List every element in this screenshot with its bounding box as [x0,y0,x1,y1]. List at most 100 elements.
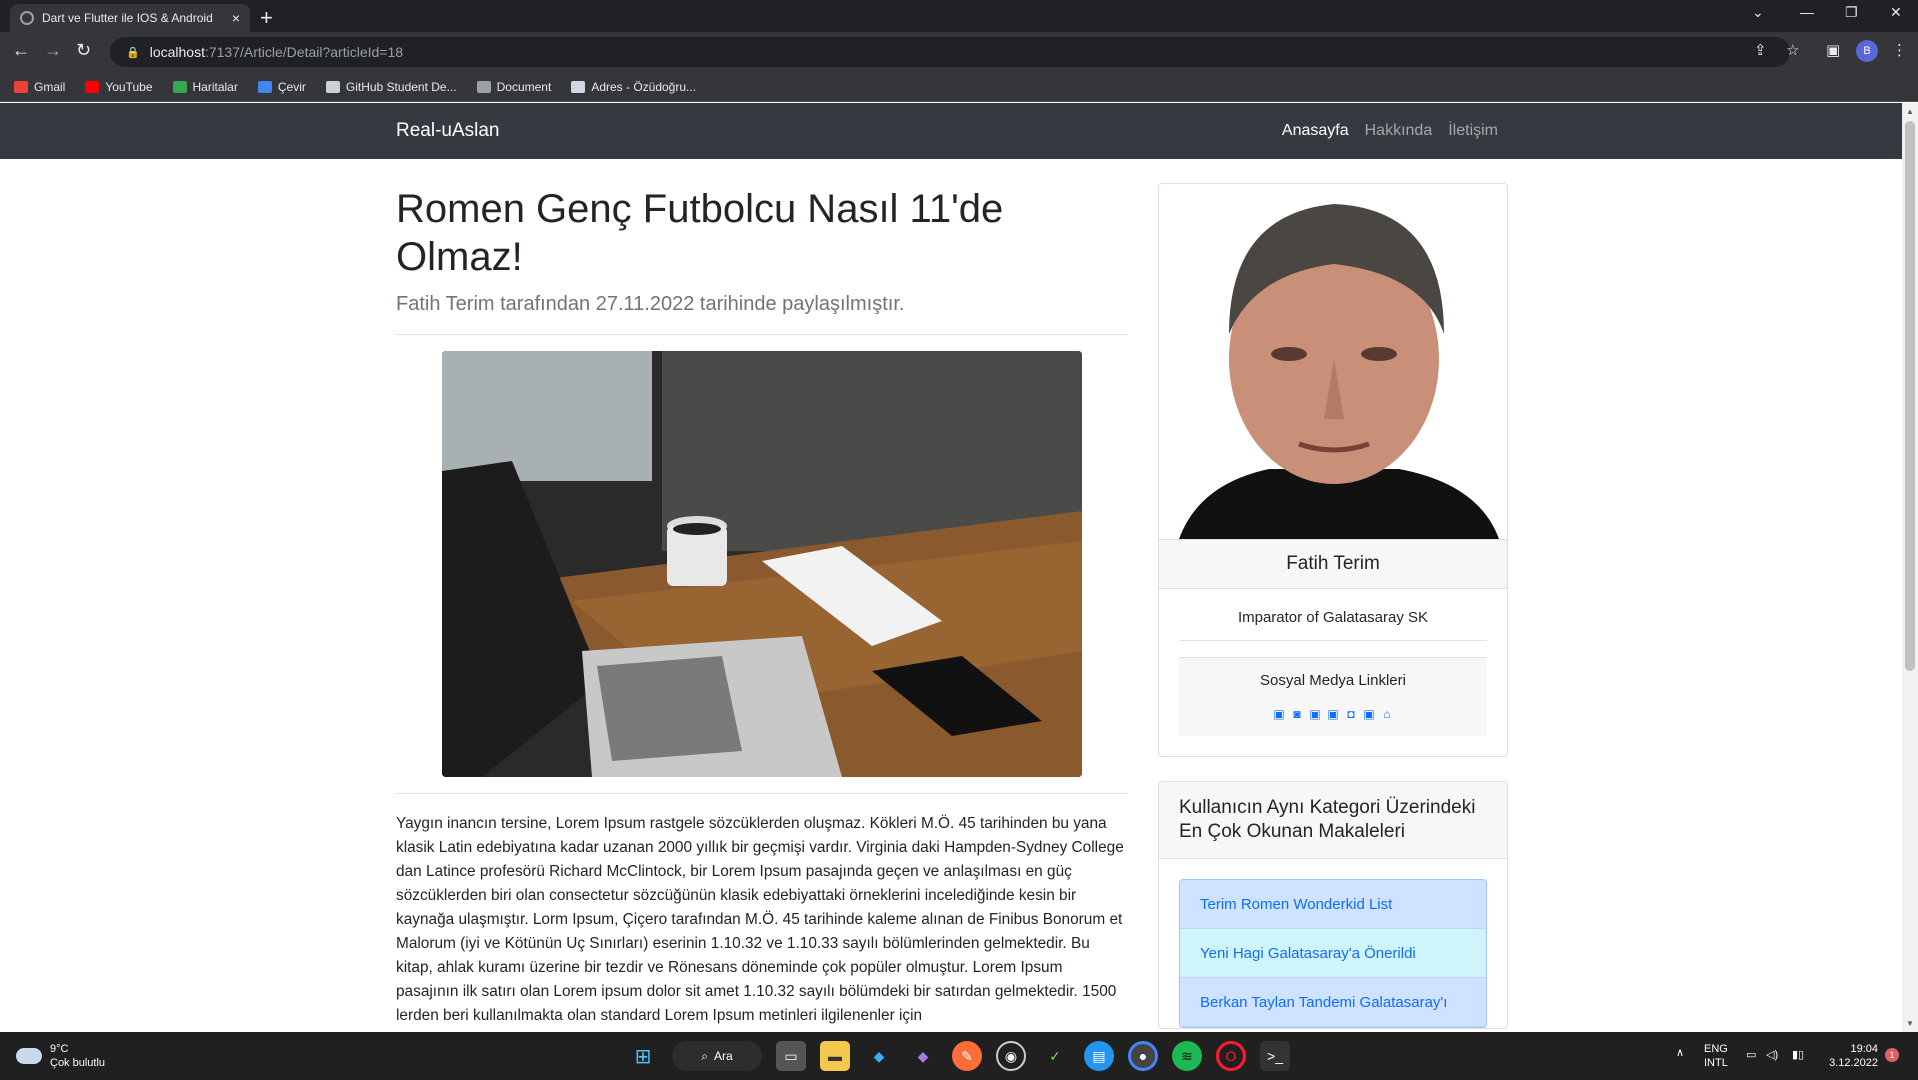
url-host: localhost [149,44,205,60]
profile-avatar[interactable]: B [1856,40,1878,62]
volume-icon[interactable]: ◁) [1766,1048,1778,1062]
address-bar[interactable]: 🔒 localhost:7137/Article/Detail?articleI… [110,37,1790,67]
url-path: :7137/Article/Detail?articleId=18 [204,44,404,60]
social-links-box: Sosyal Medya Linkleri ▣ ◙ ▣ ▣ ◘ ▣ ⌂ [1179,657,1487,736]
clock[interactable]: 19:04 3.12.2022 [1826,1042,1878,1070]
bookmark-label: Çevir [277,79,306,94]
side-panel-icon[interactable]: ▣ [1826,41,1840,59]
bookmark-item[interactable]: YouTube [85,79,153,94]
menu-icon[interactable]: ⋮ [1892,41,1907,59]
sourcetree-icon[interactable]: ✓ [1040,1041,1070,1071]
article-hero-image [442,351,1082,777]
network-icon[interactable]: ▭ [1746,1048,1756,1062]
bookmark-star-icon[interactable]: ☆ [1786,41,1799,59]
popular-item[interactable]: Berkan Taylan Tandemi Galatasaray'ı [1180,978,1486,1027]
share-icon[interactable]: ⇪ [1754,41,1767,59]
sidebar: Fatih Terim Imparator of Galatasaray SK … [1158,183,1508,1029]
visual-studio-icon[interactable]: ◆ [908,1041,938,1071]
docker-icon[interactable]: ▤ [1084,1041,1114,1071]
tray-chevron-icon[interactable]: ∧ [1676,1046,1684,1060]
taskbar-search[interactable]: ⌕ Ara [672,1041,762,1071]
bookmark-label: Haritalar [192,79,238,94]
page-content: Romen Genç Futbolcu Nasıl 11'de Olmaz! F… [0,159,1902,1032]
popular-list: Terim Romen Wonderkid List Yeni Hagi Gal… [1179,879,1487,1028]
lock-icon: 🔒 [126,46,140,59]
scroll-up-icon[interactable]: ▲ [1906,107,1914,116]
bookmark-favicon-icon [325,80,340,93]
bookmark-favicon-icon [571,80,586,93]
article-title: Romen Genç Futbolcu Nasıl 11'de Olmaz! [396,187,1004,279]
file-explorer-icon[interactable]: ▬ [820,1041,850,1071]
nav-contact[interactable]: İletişim [1448,122,1498,140]
bookmark-label: Document [496,79,552,94]
popular-articles-card: Kullanıcın Aynı Kategori Üzerindeki En Ç… [1158,781,1508,1029]
bookmarks-bar: Gmail YouTube Haritalar Çevir GitHub Student… [0,72,1918,102]
task-view-icon[interactable]: ▭ [776,1041,806,1071]
terminal-icon[interactable]: >_ [1260,1041,1290,1071]
spotify-icon[interactable]: ≋ [1172,1041,1202,1071]
back-icon[interactable]: ← [12,40,30,61]
author-bio: Imparator of Galatasaray SK [1237,609,1429,626]
github-desktop-icon[interactable]: ◉ [996,1041,1026,1071]
instagram-icon[interactable]: ◘ [1344,707,1359,722]
page-scrollbar[interactable]: ▲ ▼ [1902,103,1918,1032]
new-tab-button[interactable]: + [260,5,273,31]
language-indicator[interactable]: ENG INTL [1704,1042,1728,1070]
site-navbar: Real-uAslan Anasayfa Hakkında İletişim [0,103,1902,159]
weather-desc: Çok bulutlu [50,1057,106,1069]
home-icon[interactable]: ⌂ [1380,707,1395,722]
popular-item[interactable]: Terim Romen Wonderkid List [1180,880,1486,929]
postman-icon[interactable]: ✎ [952,1041,982,1071]
scroll-down-icon[interactable]: ▼ [1906,1019,1914,1028]
tab-close-icon[interactable]: × [232,10,240,26]
battery-icon[interactable]: ▮▯ [1792,1048,1804,1062]
bookmark-label: GitHub Student De... [345,79,457,94]
popular-item[interactable]: Yeni Hagi Galatasaray'a Önerildi [1180,929,1486,978]
twitter-icon[interactable]: ▣ [1308,707,1323,722]
browser-tab[interactable]: Dart ve Flutter ile IOS & Android × [10,4,250,32]
tab-search-icon[interactable]: ⌄ [1752,4,1764,21]
facebook-icon[interactable]: ▣ [1326,707,1341,722]
bookmark-label: YouTube [105,79,153,94]
bookmark-item[interactable]: GitHub Student De... [325,79,457,94]
popular-header: Kullanıcın Aynı Kategori Üzerindeki En Ç… [1159,782,1507,859]
article-meta: Fatih Terim tarafından 27.11.2022 tarihi… [396,293,905,315]
chrome-icon[interactable]: ● [1128,1041,1158,1071]
divider [396,334,1128,335]
github-icon[interactable]: ◙ [1290,707,1305,722]
author-card: Fatih Terim Imparator of Galatasaray SK … [1158,183,1508,757]
linkedin-icon[interactable]: ▣ [1272,707,1287,722]
taskbar: 9°C Çok bulutlu ⊞ ⌕ Ara ▭ ▬ ◆ ◆ ✎ ◉ ✓ ▤ ●… [0,1032,1918,1080]
bookmark-favicon-icon [14,80,28,93]
bookmark-item[interactable]: Gmail [14,80,65,94]
nav-home[interactable]: Anasayfa [1282,122,1349,140]
close-window-icon[interactable]: ✕ [1890,4,1902,21]
opera-icon[interactable]: O [1216,1041,1246,1071]
scroll-thumb[interactable] [1905,121,1915,671]
tab-title: Dart ve Flutter ile IOS & Android [42,11,213,25]
bookmark-label: Gmail [34,79,66,94]
browser-tab-strip: Dart ve Flutter ile IOS & Android × + ⌄ … [0,0,1918,32]
reload-icon[interactable]: ↻ [76,40,91,61]
restore-icon[interactable]: ❐ [1845,4,1858,21]
bookmark-item[interactable]: Çevir [257,79,306,94]
weather-widget[interactable]: 9°C Çok bulutlu [16,1042,105,1070]
bookmark-favicon-icon [172,80,187,93]
bookmark-favicon-icon [476,80,491,93]
nav-about[interactable]: Hakkında [1365,122,1433,140]
minimize-icon[interactable]: — [1800,4,1814,20]
divider [1179,640,1487,641]
divider [396,793,1128,794]
start-icon[interactable]: ⊞ [628,1041,658,1071]
bookmark-item[interactable]: Haritalar [172,79,238,94]
globe-icon [20,11,34,25]
vscode-icon[interactable]: ◆ [864,1041,894,1071]
bookmark-item[interactable]: Adres - Özüdoğru... [571,80,696,94]
bookmark-favicon-icon [85,80,100,93]
site-brand[interactable]: Real-uAslan [396,120,500,142]
bookmark-item[interactable]: Document [476,79,552,94]
forward-icon[interactable]: → [44,40,62,61]
article-column: Romen Genç Futbolcu Nasıl 11'de Olmaz! F… [396,159,1128,1028]
youtube-icon[interactable]: ▣ [1362,707,1377,722]
notification-badge[interactable]: 1 [1885,1048,1899,1062]
